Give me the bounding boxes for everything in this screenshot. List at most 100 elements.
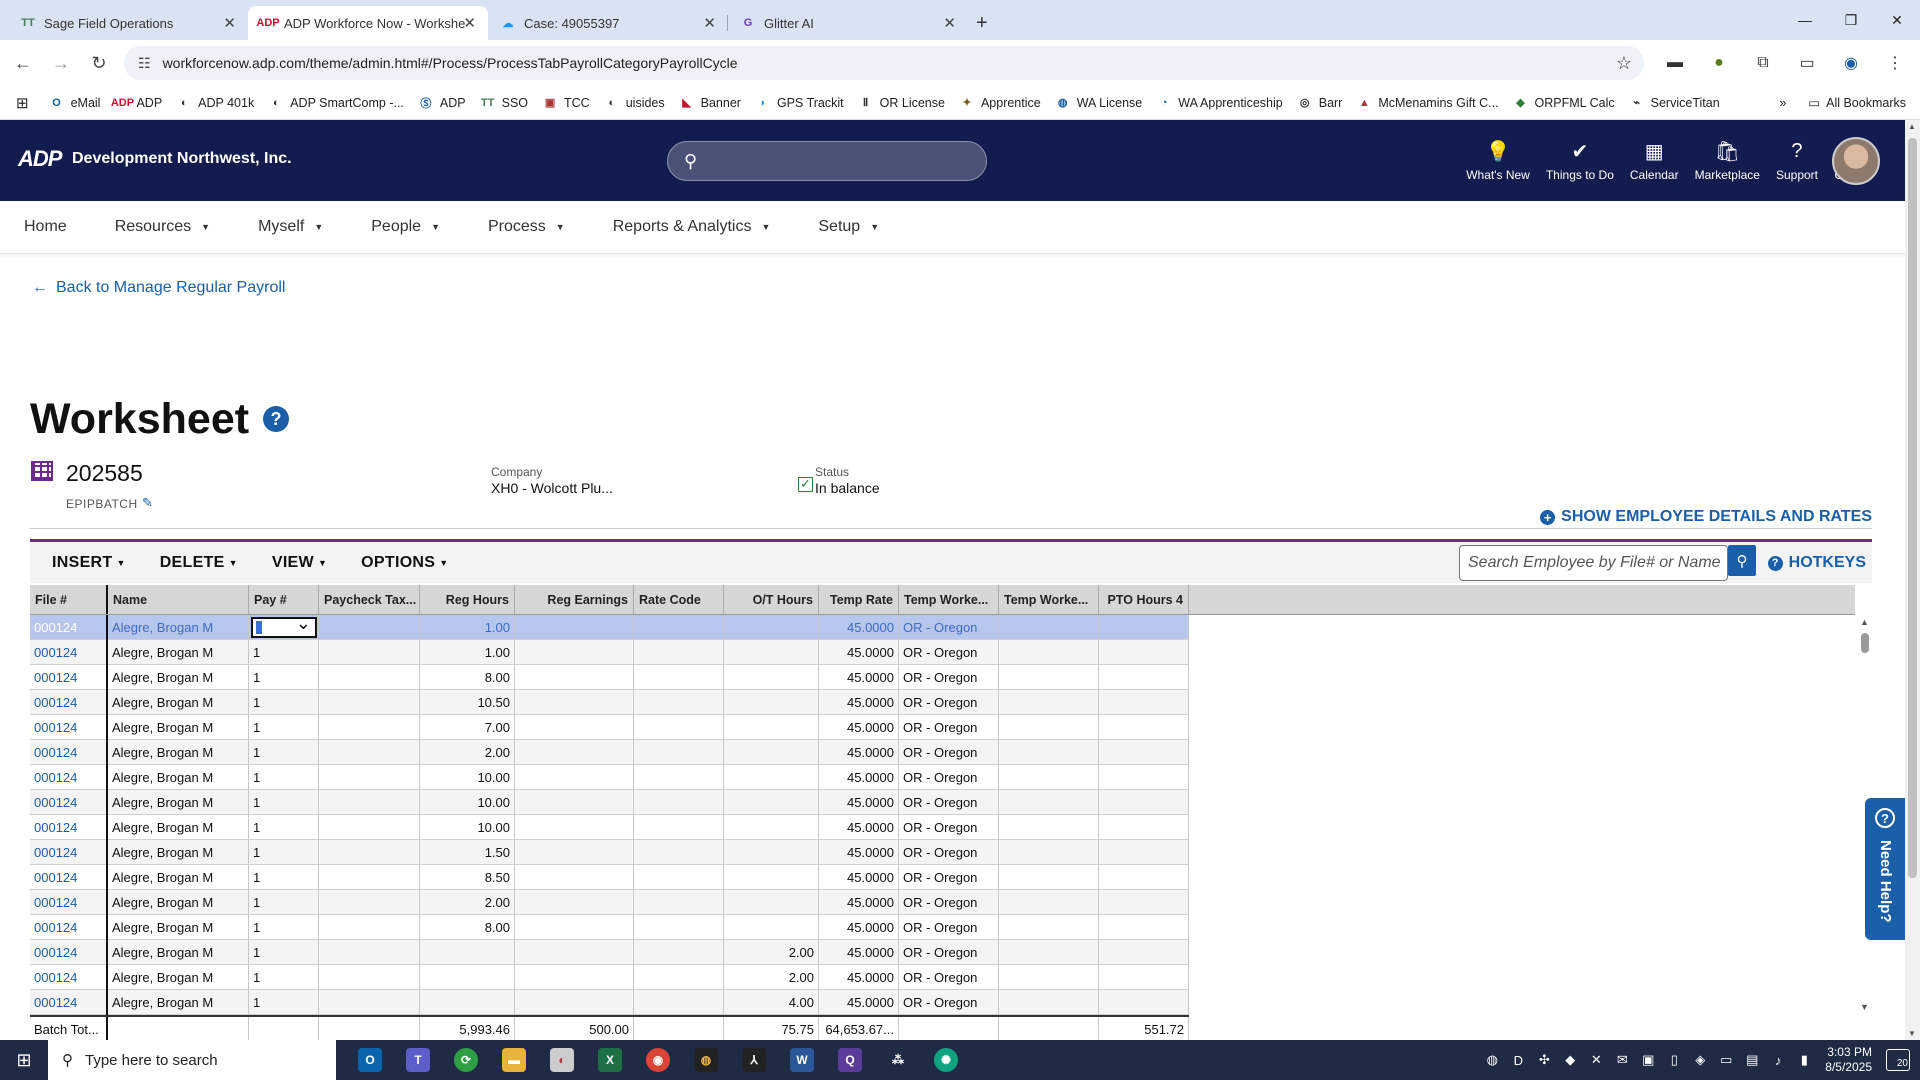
grid-cell[interactable]: [724, 690, 819, 715]
grid-cell[interactable]: [1099, 915, 1189, 940]
grid-cell[interactable]: [319, 615, 420, 640]
profile-icon[interactable]: ◉: [1838, 50, 1864, 76]
grid-cell[interactable]: OR - Oregon: [899, 940, 999, 965]
url-bar[interactable]: ☷ workforcenow.adp.com/theme/admin.html#…: [124, 46, 1644, 80]
bookmark-item[interactable]: ◎ Barr: [1297, 95, 1342, 111]
grid-cell[interactable]: 4.00: [724, 990, 819, 1015]
grid-cell[interactable]: [515, 890, 634, 915]
more-menu-icon[interactable]: ⋮: [1882, 50, 1908, 76]
app-icon[interactable]: ⟳: [442, 1040, 490, 1080]
grid-cell[interactable]: 2.00: [724, 940, 819, 965]
grid-cell[interactable]: 8.50: [420, 865, 515, 890]
outlook-tray-icon[interactable]: ▣: [1635, 1052, 1661, 1068]
notification-icon[interactable]: 20: [1886, 1049, 1910, 1071]
bookmark-item[interactable]: ◣ Banner: [679, 95, 741, 111]
grid-cell[interactable]: ⌄: [249, 615, 319, 640]
new-tab-icon[interactable]: +: [976, 6, 988, 40]
grid-cell[interactable]: [634, 790, 724, 815]
grid-cell[interactable]: Alegre, Brogan M: [108, 765, 249, 790]
bookmark-item[interactable]: TT SSO: [480, 95, 528, 111]
grid-cell[interactable]: [319, 990, 420, 1015]
browser-tab[interactable]: ☁ Case: 49055397 ✕: [488, 6, 728, 40]
grid-cell[interactable]: [999, 765, 1099, 790]
reload-icon[interactable]: ↻: [84, 48, 114, 78]
grid-cell[interactable]: 000124: [30, 940, 108, 965]
grid-cell[interactable]: [319, 715, 420, 740]
grid-cell[interactable]: [515, 740, 634, 765]
battery-icon[interactable]: ▭: [1713, 1052, 1739, 1068]
bookmark-item[interactable]: ◗ GPS Trackit: [755, 95, 844, 111]
grid-cell[interactable]: Alegre, Brogan M: [108, 840, 249, 865]
grid-cell[interactable]: [515, 640, 634, 665]
app-icon[interactable]: ⁂: [874, 1040, 922, 1080]
grid-cell[interactable]: 45.0000: [819, 940, 899, 965]
grid-cell[interactable]: OR - Oregon: [899, 915, 999, 940]
grid-cell[interactable]: Alegre, Brogan M: [108, 865, 249, 890]
grid-cell[interactable]: [724, 615, 819, 640]
table-row[interactable]: 000124 Alegre, Brogan M 1 2.00 45.0000 OR - O…: [30, 890, 1189, 915]
menu-setup[interactable]: Setup ▼: [818, 218, 879, 236]
grid-cell[interactable]: 1: [249, 690, 319, 715]
grid-cell[interactable]: [1099, 840, 1189, 865]
back-to-manage-payroll-link[interactable]: ← Back to Manage Regular Payroll: [32, 279, 285, 297]
bookmark-item[interactable]: ◔ WA Apprenticeship: [1156, 95, 1283, 111]
grid-cell[interactable]: [1099, 740, 1189, 765]
scroll-thumb[interactable]: [1861, 633, 1869, 653]
column-header[interactable]: Temp Worke...: [899, 585, 999, 614]
header-calendar-button[interactable]: ▦ Calendar: [1630, 138, 1679, 183]
grid-cell[interactable]: 10.00: [420, 815, 515, 840]
grid-cell[interactable]: [319, 865, 420, 890]
grid-cell[interactable]: [1099, 990, 1189, 1015]
grid-cell[interactable]: [724, 915, 819, 940]
grid-cell[interactable]: [319, 665, 420, 690]
grid-cell[interactable]: Alegre, Brogan M: [108, 740, 249, 765]
grid-cell[interactable]: [724, 815, 819, 840]
grid-cell[interactable]: Alegre, Brogan M: [108, 965, 249, 990]
grid-cell[interactable]: 1: [249, 940, 319, 965]
grid-cell[interactable]: 1: [249, 990, 319, 1015]
grid-cell[interactable]: OR - Oregon: [899, 615, 999, 640]
delete-menu-button[interactable]: DELETE ▼: [160, 554, 238, 572]
grid-cell[interactable]: [634, 665, 724, 690]
grid-cell[interactable]: Alegre, Brogan M: [108, 615, 249, 640]
column-header[interactable]: O/T Hours: [724, 585, 819, 614]
grid-cell[interactable]: 1: [249, 915, 319, 940]
grid-cell[interactable]: 45.0000: [819, 915, 899, 940]
forward-arrow-icon[interactable]: →: [46, 48, 76, 78]
insert-menu-button[interactable]: INSERT ▼: [52, 554, 126, 572]
grid-cell[interactable]: 45.0000: [819, 990, 899, 1015]
grid-cell[interactable]: [1099, 815, 1189, 840]
grid-cell[interactable]: 000124: [30, 615, 108, 640]
grid-cell[interactable]: [1099, 940, 1189, 965]
grid-cell[interactable]: [999, 840, 1099, 865]
grid-cell[interactable]: 1: [249, 965, 319, 990]
puzzle-icon[interactable]: ⧉: [1750, 50, 1776, 76]
grid-cell[interactable]: 45.0000: [819, 965, 899, 990]
grid-cell[interactable]: 1: [249, 865, 319, 890]
close-icon[interactable]: ✕: [943, 14, 956, 32]
grid-cell[interactable]: [515, 815, 634, 840]
scroll-down-icon[interactable]: ▼: [1908, 1029, 1916, 1038]
grid-cell[interactable]: [515, 865, 634, 890]
extension-icon[interactable]: ●: [1706, 50, 1732, 76]
grid-cell[interactable]: [634, 640, 724, 665]
microphone-icon[interactable]: ▮: [1791, 1052, 1817, 1068]
bookmark-item[interactable]: ◐ ADP SmartComp -...: [268, 95, 404, 111]
tray-icon[interactable]: ✕: [1583, 1052, 1609, 1068]
bookmark-item[interactable]: ◐ uisides: [604, 95, 664, 111]
tray-icon[interactable]: ◍: [1479, 1052, 1505, 1068]
grid-cell[interactable]: [1099, 615, 1189, 640]
grid-cell[interactable]: 000124: [30, 740, 108, 765]
grid-cell[interactable]: [319, 690, 420, 715]
grid-cell[interactable]: [319, 815, 420, 840]
grid-cell[interactable]: [999, 740, 1099, 765]
close-icon[interactable]: ✕: [703, 14, 716, 32]
bookmark-item[interactable]: ◐ ADP 401k: [176, 95, 254, 111]
menu-reports-analytics[interactable]: Reports & Analytics ▼: [613, 218, 771, 236]
scroll-down-icon[interactable]: ▼: [1860, 1002, 1869, 1012]
grid-cell[interactable]: 8.00: [420, 915, 515, 940]
extension-icon[interactable]: ▬: [1662, 50, 1688, 76]
grid-cell[interactable]: [515, 690, 634, 715]
header-what-s-new-button[interactable]: 💡 What's New: [1466, 138, 1530, 183]
grid-cell[interactable]: [724, 740, 819, 765]
